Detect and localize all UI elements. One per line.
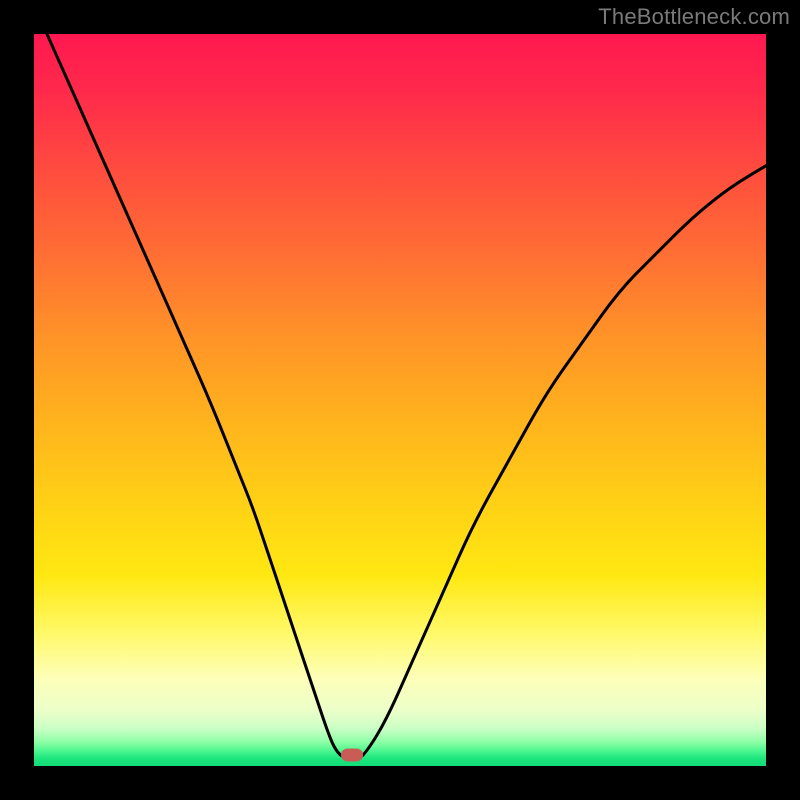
plot-area	[34, 34, 766, 766]
bottleneck-curve	[34, 34, 766, 766]
optimum-marker	[341, 749, 363, 762]
watermark-text: TheBottleneck.com	[598, 4, 790, 30]
chart-frame: TheBottleneck.com	[0, 0, 800, 800]
